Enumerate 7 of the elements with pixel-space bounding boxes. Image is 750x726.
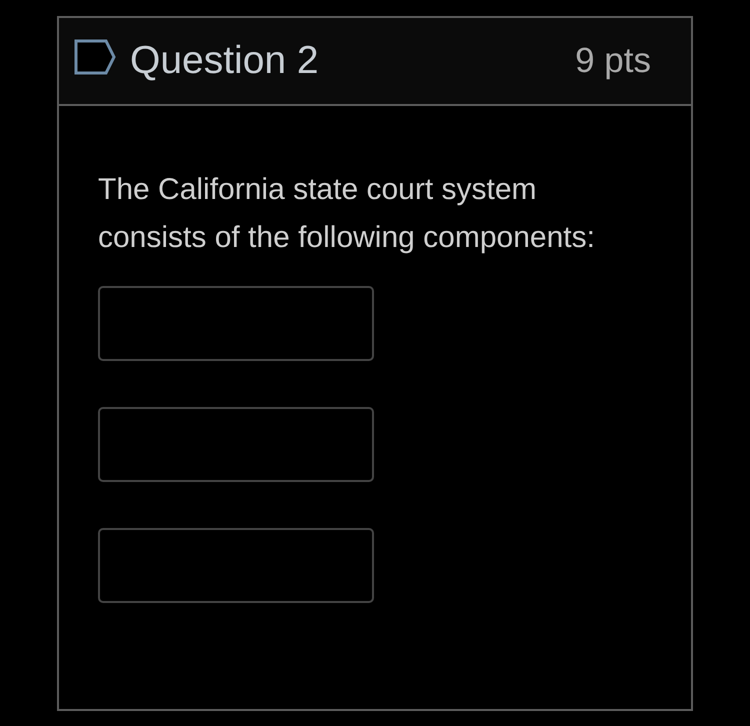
answer-field[interactable] — [98, 407, 374, 482]
question-text: The California state court system consists of the following components: — [98, 172, 596, 256]
answer-field[interactable] — [98, 528, 374, 603]
answer-field[interactable] — [98, 286, 374, 361]
points-label: 9 pts — [575, 41, 651, 81]
question-title: Question 2 — [130, 39, 320, 83]
flag-icon[interactable] — [74, 39, 116, 75]
